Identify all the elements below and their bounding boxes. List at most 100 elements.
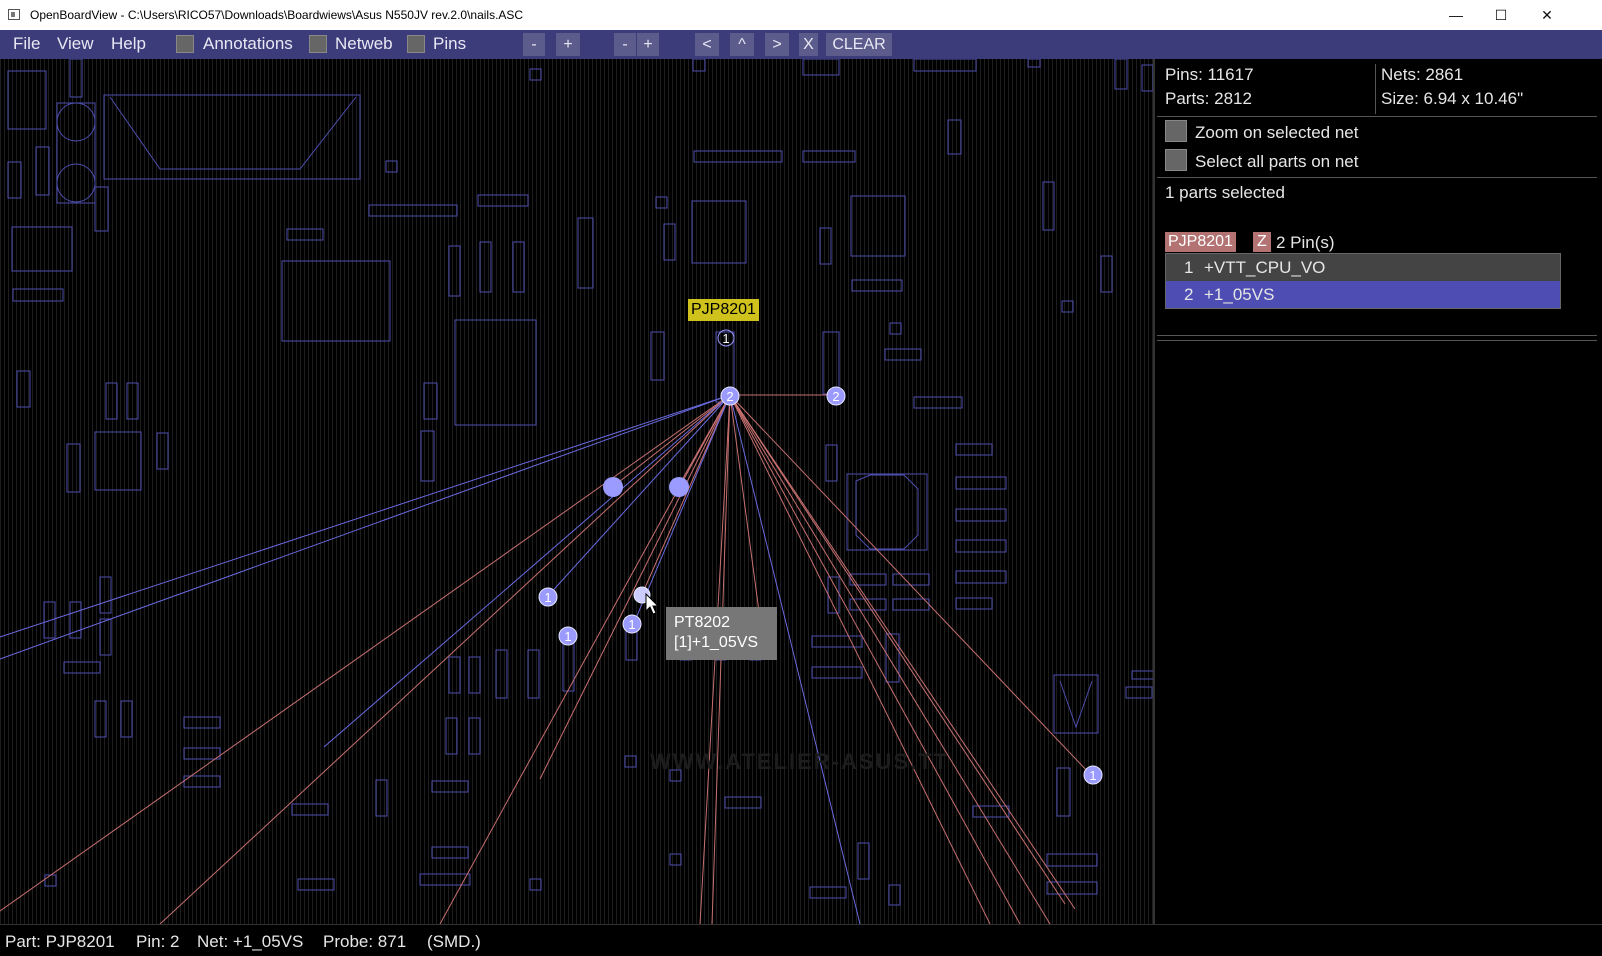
component-outline [1061, 300, 1074, 313]
component-outline [819, 227, 832, 265]
component-outline [495, 649, 508, 699]
annotations-checkbox[interactable] [176, 35, 194, 53]
zoom-out-2-button[interactable]: - [614, 33, 636, 56]
component-outline [1027, 59, 1041, 68]
net-line [0, 394, 731, 912]
component-outline [955, 570, 1007, 584]
netweb-label[interactable]: Netweb [335, 34, 393, 54]
component-outline [281, 260, 391, 342]
maximize-button[interactable]: ☐ [1478, 0, 1524, 30]
status-bar: Part: PJP8201 Pin: 2 Net: +1_05VS Probe:… [0, 924, 1602, 956]
status-probe: Probe: 871 [323, 932, 407, 951]
component-outline [825, 444, 838, 482]
component-outline [126, 382, 139, 420]
component-outline [1046, 853, 1098, 867]
component-outline [955, 443, 993, 456]
component-outline [849, 573, 887, 586]
component-outline [827, 576, 840, 614]
zoom-in-2-button[interactable]: + [637, 33, 659, 56]
pin-number: 2 [1184, 285, 1194, 304]
zoom-out-button[interactable]: - [523, 33, 545, 56]
component-outline [448, 245, 461, 297]
menu-file[interactable]: File [13, 34, 40, 54]
zoom-on-net-checkbox[interactable] [1165, 120, 1187, 142]
component-outline [56, 163, 96, 203]
component-outline [691, 200, 747, 264]
board-size: Size: 6.94 x 10.46" [1381, 89, 1524, 108]
net-line [323, 394, 731, 748]
component-outline [156, 432, 169, 470]
tooltip-part: PT8202 [674, 614, 731, 631]
component-outline [12, 288, 64, 302]
triangle-outline [1059, 680, 1093, 729]
minimize-button[interactable]: — [1433, 0, 1479, 30]
next-button[interactable]: > [765, 33, 789, 56]
component-outline [955, 597, 993, 610]
net-line [729, 394, 1066, 905]
component-outline [1125, 686, 1153, 699]
divider [1375, 64, 1376, 114]
select-all-parts-label[interactable]: Select all parts on net [1195, 152, 1358, 172]
up-button[interactable]: ^ [730, 33, 754, 56]
part-decorations [109, 96, 1093, 729]
menu-help[interactable]: Help [111, 34, 146, 54]
pin-label: 1 [722, 331, 729, 346]
component-outline [420, 430, 435, 482]
select-all-parts-checkbox[interactable] [1165, 149, 1187, 171]
component-outlines [7, 59, 1153, 906]
connector-outline [109, 96, 357, 170]
component-outline [183, 716, 221, 729]
status-pin: Pin: 2 [136, 932, 180, 951]
component-outline [692, 59, 706, 72]
pins-count: Pins: 11617 [1165, 65, 1254, 84]
zoom-in-button[interactable]: + [556, 33, 580, 56]
mouse-cursor-icon [645, 592, 660, 615]
component-outline [913, 59, 977, 72]
pins-label[interactable]: Pins [433, 34, 466, 54]
component-outline [445, 717, 458, 755]
pin-row[interactable]: 2 +1_05VS [1166, 281, 1560, 308]
part-label[interactable]: PJP8201 [688, 299, 759, 321]
component-outline [431, 780, 469, 793]
board-drawing[interactable]: 1 2 2 1 1 1 1 [0, 59, 1153, 924]
pin-label: 1 [1089, 768, 1096, 783]
close-window-button[interactable]: ✕ [1524, 0, 1570, 30]
zoom-on-net-label[interactable]: Zoom on selected net [1195, 123, 1358, 143]
pins-checkbox[interactable] [407, 35, 425, 53]
component-outline [368, 204, 458, 217]
component-outline [468, 656, 481, 694]
annotations-label[interactable]: Annotations [203, 34, 293, 54]
net-line [159, 394, 731, 924]
net-line [0, 394, 731, 660]
component-outline [94, 431, 142, 491]
component-outline [183, 747, 221, 760]
watermark-text: WWW.ATELIER-ASUS.TT [650, 749, 950, 774]
info-panel: Pins: 11617 Parts: 2812 Nets: 2861 Size:… [1153, 59, 1602, 924]
netweb-checkbox[interactable] [309, 35, 327, 53]
component-outline [624, 755, 637, 768]
component-outline [7, 70, 47, 130]
clear-button[interactable]: CLEAR [826, 33, 892, 56]
component-outline [802, 150, 856, 163]
board-canvas[interactable]: 1 2 2 1 1 1 1 WWW.ATELIER-ASUS.TT PJP820… [0, 59, 1153, 924]
pin-row[interactable]: 1 +VTT_CPU_VO [1166, 254, 1560, 281]
pin-net: +VTT_CPU_VO [1204, 258, 1326, 277]
component-outline [802, 59, 840, 76]
tooltip-net: [1]+1_05VS [674, 634, 759, 651]
previous-button[interactable]: < [695, 33, 719, 56]
component-outline [822, 331, 840, 395]
component-outline [479, 241, 492, 293]
app-icon [8, 9, 20, 20]
component-outline [889, 322, 902, 335]
component-outline [468, 717, 481, 755]
zoom-part-button[interactable]: Z [1253, 232, 1271, 252]
component-outline [99, 576, 112, 614]
pin-label: 2 [726, 389, 733, 404]
component-outline [11, 226, 73, 272]
close-part-button[interactable]: X [799, 33, 818, 56]
menu-view[interactable]: View [57, 34, 94, 54]
net-line [729, 394, 1076, 910]
component-outline [63, 661, 101, 674]
selected-part-badge[interactable]: PJP8201 [1165, 232, 1236, 252]
component-outline [43, 601, 56, 639]
